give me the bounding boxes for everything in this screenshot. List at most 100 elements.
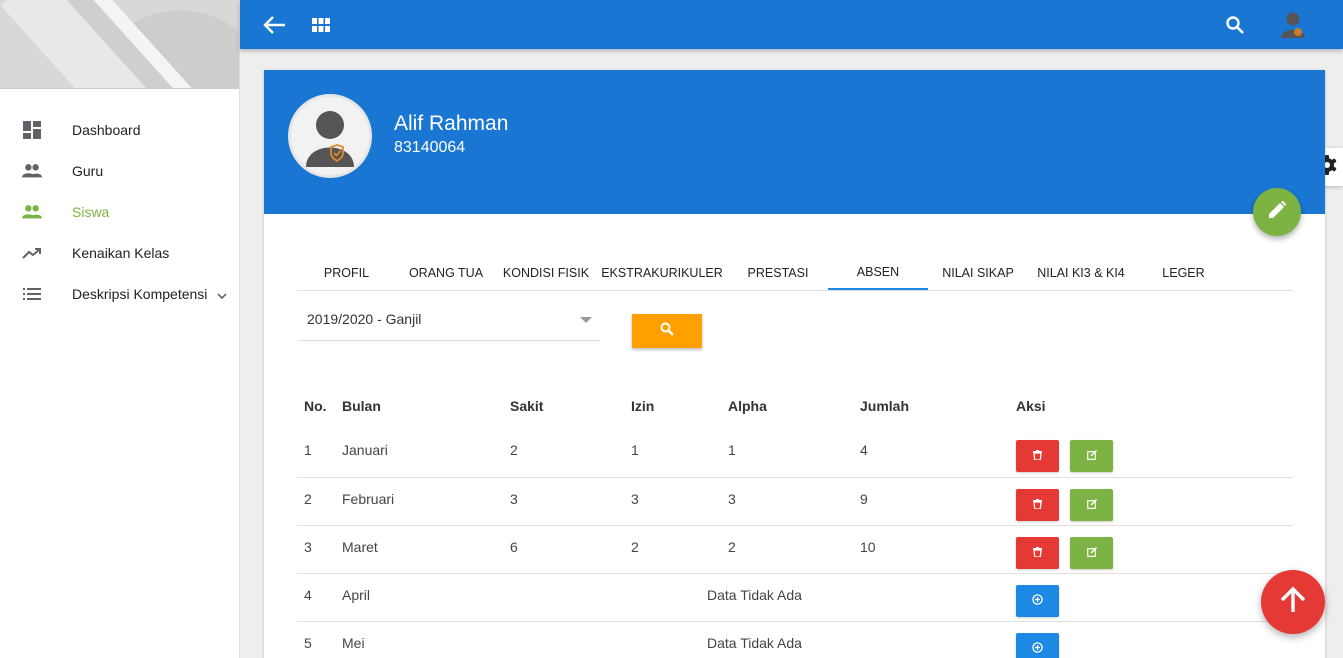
edit-button[interactable]	[1070, 537, 1113, 569]
table-row: 4 April Data Tidak Ada	[297, 573, 1293, 621]
trash-icon	[1033, 447, 1042, 465]
list-icon	[22, 284, 42, 304]
edit-icon	[1086, 496, 1097, 514]
cell-empty-message: Data Tidak Ada	[707, 635, 802, 651]
cell-no: 4	[304, 587, 312, 603]
header-izin: Izin	[631, 398, 655, 414]
cell-bulan: April	[342, 587, 371, 603]
tab-nilai-ki3-ki4[interactable]: NILAI KI3 & KI4	[1028, 256, 1134, 290]
pencil-icon	[1268, 200, 1287, 224]
header-alpha: Alpha	[728, 398, 767, 414]
header-bulan: Bulan	[342, 398, 381, 414]
edit-icon	[1086, 447, 1097, 465]
table-row: 3 Maret 6 2 2 10	[297, 525, 1293, 573]
sidebar-item-kenaikan-kelas[interactable]: Kenaikan Kelas	[0, 232, 239, 273]
sidebar-item-siswa[interactable]: Siswa	[0, 191, 239, 232]
tab-profil[interactable]: PROFIL	[297, 256, 396, 290]
scroll-to-top-button[interactable]	[1261, 570, 1325, 634]
cell-izin: 3	[631, 491, 639, 507]
tab-orang-tua[interactable]: ORANG TUA	[396, 256, 496, 290]
avatar	[288, 94, 372, 178]
header-sakit: Sakit	[510, 398, 544, 414]
cell-sakit: 6	[510, 539, 518, 555]
sidebar-banner	[0, 0, 239, 89]
semester-select[interactable]: 2019/2020 - Ganjil	[298, 304, 600, 341]
arrow-up-icon	[1279, 586, 1307, 619]
add-button[interactable]	[1016, 585, 1059, 617]
edit-button[interactable]	[1070, 440, 1113, 472]
dropdown-caret-icon	[580, 317, 592, 323]
cell-bulan: Februari	[342, 491, 395, 507]
student-card: Alif Rahman 83140064 PROFIL ORANG TUA KO…	[264, 70, 1325, 658]
cell-jumlah: 9	[860, 491, 868, 507]
cell-izin: 2	[631, 539, 639, 555]
cell-sakit: 3	[510, 491, 518, 507]
header-jumlah: Jumlah	[860, 398, 910, 414]
cell-izin: 1	[631, 442, 639, 458]
tab-leger[interactable]: LEGER	[1134, 256, 1233, 290]
table-row: 1 Januari 2 1 1 4	[297, 429, 1293, 477]
cell-no: 2	[304, 491, 312, 507]
tab-kondisi-fisik[interactable]: KONDISI FISIK	[496, 256, 596, 290]
cell-alpha: 3	[728, 491, 736, 507]
profile-header: Alif Rahman 83140064	[264, 70, 1325, 236]
edit-button[interactable]	[1070, 489, 1113, 521]
trending-up-icon	[22, 243, 42, 263]
cell-empty-message: Data Tidak Ada	[707, 587, 802, 603]
header-aksi: Aksi	[1016, 398, 1046, 414]
cell-jumlah: 10	[860, 539, 876, 555]
cell-no: 3	[304, 539, 312, 555]
sidebar-item-label: Siswa	[72, 203, 110, 220]
table-row: 2 Februari 3 3 3 9	[297, 477, 1293, 525]
search-icon	[660, 322, 674, 341]
delete-button[interactable]	[1016, 440, 1059, 472]
sidebar-item-label: Guru	[72, 162, 104, 179]
search-button[interactable]	[632, 314, 702, 348]
cell-sakit: 2	[510, 442, 518, 458]
cell-alpha: 1	[728, 442, 736, 458]
sidebar-item-dashboard[interactable]: Dashboard	[0, 109, 239, 150]
cell-bulan: Maret	[342, 539, 378, 555]
grid-icon[interactable]	[308, 12, 334, 38]
tab-ekstrakurikuler[interactable]: EKSTRAKURIKULER	[596, 256, 728, 290]
edit-profile-button[interactable]	[1253, 188, 1301, 236]
plus-circle-icon	[1032, 592, 1043, 610]
arrow-left-icon[interactable]	[261, 12, 287, 38]
trash-icon	[1033, 544, 1042, 562]
top-bar	[240, 0, 1343, 49]
tab-absen[interactable]: ABSEN	[828, 256, 928, 290]
dashboard-icon	[22, 120, 42, 140]
student-name: Alif Rahman	[394, 112, 509, 135]
search-icon[interactable]	[1222, 12, 1248, 38]
sidebar-item-label: Kenaikan Kelas	[72, 244, 170, 261]
cell-alpha: 2	[728, 539, 736, 555]
sidebar-item-guru[interactable]: Guru	[0, 150, 239, 191]
delete-button[interactable]	[1016, 489, 1059, 521]
cell-jumlah: 4	[860, 442, 868, 458]
header-no: No.	[304, 398, 327, 414]
cell-no: 1	[304, 442, 312, 458]
edit-icon	[1086, 544, 1097, 562]
student-id: 83140064	[394, 139, 466, 156]
table-header: No. Bulan Sakit Izin Alpha Jumlah Aksi	[297, 381, 1293, 429]
delete-button[interactable]	[1016, 537, 1059, 569]
add-button[interactable]	[1016, 633, 1059, 658]
semester-select-value: 2019/2020 - Ganjil	[307, 311, 422, 327]
sidebar-item-label: Deskripsi Kompetensi	[72, 285, 208, 302]
profile-tabs: PROFIL ORANG TUA KONDISI FISIK EKSTRAKUR…	[297, 256, 1293, 291]
sidebar-nav: Dashboard Guru Siswa Kenaikan Kelas Desk…	[0, 89, 239, 314]
people-icon	[22, 202, 42, 222]
tab-prestasi[interactable]: PRESTASI	[728, 256, 828, 290]
sidebar: Dashboard Guru Siswa Kenaikan Kelas Desk…	[0, 0, 240, 658]
table-row: 5 Mei Data Tidak Ada	[297, 621, 1293, 658]
plus-circle-icon	[1032, 640, 1043, 658]
cell-bulan: Mei	[342, 635, 365, 651]
sidebar-item-label: Dashboard	[72, 121, 141, 138]
sidebar-item-deskripsi-kompetensi[interactable]: Deskripsi Kompetensi	[0, 273, 239, 314]
attendance-table: No. Bulan Sakit Izin Alpha Jumlah Aksi 1…	[297, 381, 1293, 658]
cell-no: 5	[304, 635, 312, 651]
people-icon	[22, 161, 42, 181]
trash-icon	[1033, 496, 1042, 514]
tab-nilai-sikap[interactable]: NILAI SIKAP	[928, 256, 1028, 290]
user-avatar-icon[interactable]	[1280, 12, 1306, 38]
